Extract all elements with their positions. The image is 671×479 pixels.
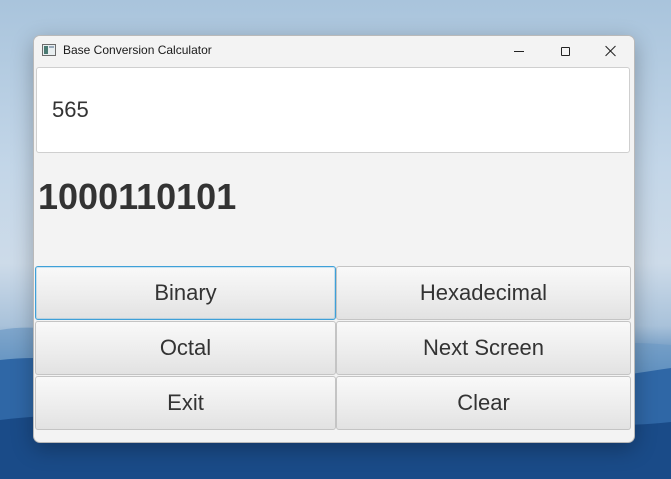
maximize-icon [560, 46, 570, 56]
maximize-button[interactable] [542, 36, 588, 66]
minimize-button[interactable] [496, 36, 542, 66]
app-window: Base Conversion Calculator 1000110101 Bi… [33, 35, 635, 443]
clear-button[interactable]: Clear [336, 376, 631, 430]
app-window-icon [42, 44, 56, 56]
next-screen-button[interactable]: Next Screen [336, 321, 631, 375]
exit-button[interactable]: Exit [35, 376, 336, 430]
close-button[interactable] [588, 36, 634, 66]
close-icon [605, 45, 617, 57]
minimize-icon [514, 50, 524, 52]
hexadecimal-button[interactable]: Hexadecimal [336, 266, 631, 320]
binary-button[interactable]: Binary [35, 266, 336, 320]
title-bar[interactable]: Base Conversion Calculator [34, 36, 634, 66]
desktop-background: Base Conversion Calculator 1000110101 Bi… [0, 0, 671, 479]
window-title: Base Conversion Calculator [63, 43, 212, 57]
conversion-result: 1000110101 [38, 176, 237, 217]
octal-button[interactable]: Octal [35, 321, 336, 375]
number-input[interactable] [36, 67, 630, 153]
